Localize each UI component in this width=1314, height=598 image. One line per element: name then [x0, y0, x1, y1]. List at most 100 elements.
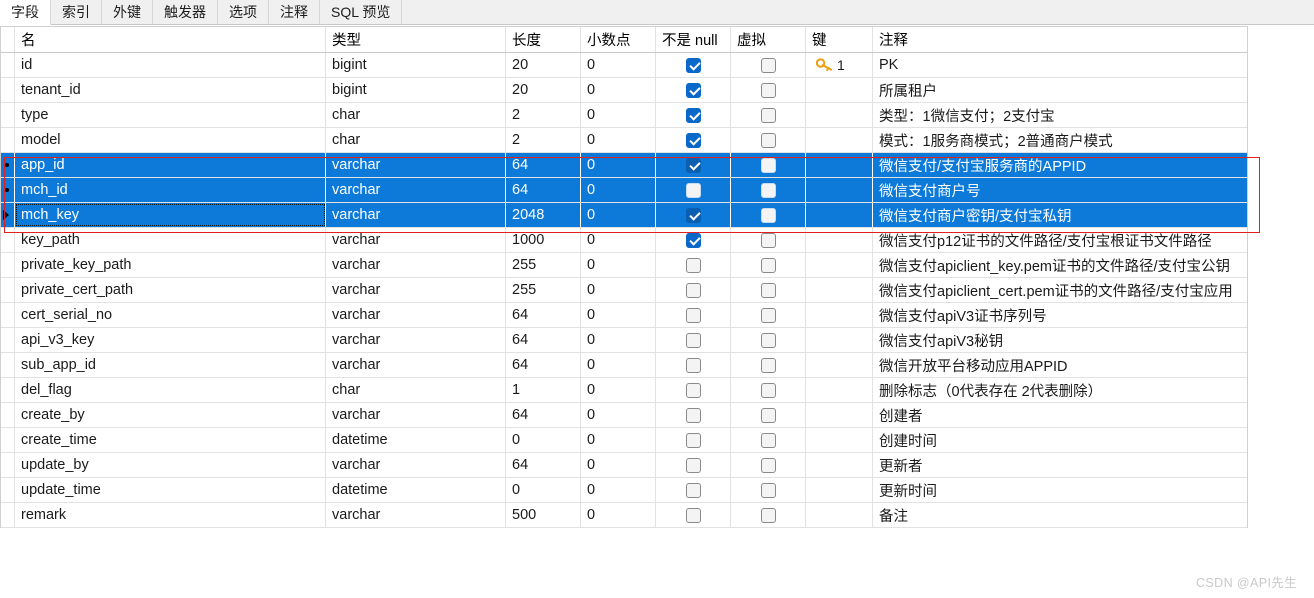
virtual-checkbox[interactable] — [761, 158, 776, 173]
cell-field-type[interactable]: varchar — [326, 278, 506, 302]
cell-field-type[interactable]: varchar — [326, 153, 506, 177]
cell-virtual[interactable] — [731, 103, 806, 127]
not-null-checkbox[interactable] — [686, 208, 701, 223]
not-null-checkbox[interactable] — [686, 58, 701, 73]
cell-key[interactable] — [806, 503, 873, 527]
cell-comment[interactable]: 微信支付/支付宝服务商的APPID — [873, 153, 1247, 177]
cell-field-name[interactable]: del_flag — [15, 378, 326, 402]
cell-virtual[interactable] — [731, 128, 806, 152]
tab-0[interactable]: 字段 — [0, 0, 51, 25]
cell-field-decimals[interactable]: 0 — [581, 278, 656, 302]
cell-field-decimals[interactable]: 0 — [581, 353, 656, 377]
cell-comment[interactable]: 微信支付apiclient_cert.pem证书的文件路径/支付宝应用 — [873, 278, 1247, 302]
cell-virtual[interactable] — [731, 178, 806, 202]
table-row[interactable]: mch_idvarchar640微信支付商户号 — [1, 178, 1247, 203]
cell-field-length[interactable]: 1 — [506, 378, 581, 402]
column-header-type[interactable]: 类型 — [326, 27, 506, 52]
cell-key[interactable] — [806, 378, 873, 402]
cell-key[interactable] — [806, 203, 873, 227]
cell-key[interactable] — [806, 328, 873, 352]
cell-field-type[interactable]: bigint — [326, 78, 506, 102]
cell-virtual[interactable] — [731, 453, 806, 477]
cell-field-decimals[interactable]: 0 — [581, 228, 656, 252]
cell-key[interactable] — [806, 403, 873, 427]
cell-field-length[interactable]: 255 — [506, 253, 581, 277]
cell-comment[interactable]: 微信支付p12证书的文件路径/支付宝根证书文件路径 — [873, 228, 1247, 252]
cell-not-null[interactable] — [656, 428, 731, 452]
cell-field-length[interactable]: 64 — [506, 303, 581, 327]
row-gutter[interactable] — [1, 178, 15, 202]
cell-not-null[interactable] — [656, 453, 731, 477]
cell-field-name[interactable]: key_path — [15, 228, 326, 252]
cell-field-length[interactable]: 0 — [506, 428, 581, 452]
cell-field-name[interactable]: model — [15, 128, 326, 152]
row-gutter[interactable] — [1, 153, 15, 177]
column-header-name[interactable]: 名 — [15, 27, 326, 52]
table-row[interactable]: create_timedatetime00创建时间 — [1, 428, 1247, 453]
tab-2[interactable]: 外键 — [102, 0, 153, 24]
cell-key[interactable] — [806, 278, 873, 302]
cell-key[interactable] — [806, 153, 873, 177]
not-null-checkbox[interactable] — [686, 258, 701, 273]
column-header-virtual[interactable]: 虚拟 — [731, 27, 806, 52]
row-gutter[interactable] — [1, 103, 15, 127]
cell-field-name[interactable]: private_cert_path — [15, 278, 326, 302]
virtual-checkbox[interactable] — [761, 308, 776, 323]
virtual-checkbox[interactable] — [761, 233, 776, 248]
virtual-checkbox[interactable] — [761, 258, 776, 273]
tab-4[interactable]: 选项 — [218, 0, 269, 24]
not-null-checkbox[interactable] — [686, 283, 701, 298]
tab-5[interactable]: 注释 — [269, 0, 320, 24]
cell-virtual[interactable] — [731, 503, 806, 527]
virtual-checkbox[interactable] — [761, 383, 776, 398]
cell-field-type[interactable]: varchar — [326, 253, 506, 277]
not-null-checkbox[interactable] — [686, 408, 701, 423]
row-gutter[interactable] — [1, 378, 15, 402]
cell-field-length[interactable]: 64 — [506, 403, 581, 427]
cell-not-null[interactable] — [656, 203, 731, 227]
not-null-checkbox[interactable] — [686, 383, 701, 398]
cell-field-length[interactable]: 64 — [506, 353, 581, 377]
table-row[interactable]: update_timedatetime00更新时间 — [1, 478, 1247, 503]
cell-comment[interactable]: 所属租户 — [873, 78, 1247, 102]
table-row[interactable]: private_cert_pathvarchar2550微信支付apiclien… — [1, 278, 1247, 303]
cell-field-decimals[interactable]: 0 — [581, 78, 656, 102]
cell-field-length[interactable]: 20 — [506, 53, 581, 77]
not-null-checkbox[interactable] — [686, 433, 701, 448]
cell-comment[interactable]: 模式：1服务商模式；2普通商户模式 — [873, 128, 1247, 152]
cell-comment[interactable]: 创建时间 — [873, 428, 1247, 452]
cell-virtual[interactable] — [731, 278, 806, 302]
cell-field-type[interactable]: char — [326, 128, 506, 152]
cell-field-type[interactable]: char — [326, 378, 506, 402]
cell-field-type[interactable]: varchar — [326, 178, 506, 202]
not-null-checkbox[interactable] — [686, 483, 701, 498]
cell-comment[interactable]: 备注 — [873, 503, 1247, 527]
cell-field-type[interactable]: varchar — [326, 403, 506, 427]
cell-field-type[interactable]: datetime — [326, 478, 506, 502]
cell-key[interactable] — [806, 353, 873, 377]
row-gutter[interactable] — [1, 303, 15, 327]
cell-virtual[interactable] — [731, 78, 806, 102]
cell-field-decimals[interactable]: 0 — [581, 128, 656, 152]
cell-field-type[interactable]: varchar — [326, 303, 506, 327]
cell-virtual[interactable] — [731, 478, 806, 502]
virtual-checkbox[interactable] — [761, 133, 776, 148]
row-gutter[interactable] — [1, 253, 15, 277]
cell-comment[interactable]: 删除标志（0代表存在 2代表删除） — [873, 378, 1247, 402]
table-row[interactable]: private_key_pathvarchar2550微信支付apiclient… — [1, 253, 1247, 278]
cell-field-name[interactable]: tenant_id — [15, 78, 326, 102]
cell-comment[interactable]: 更新者 — [873, 453, 1247, 477]
not-null-checkbox[interactable] — [686, 308, 701, 323]
cell-field-name[interactable]: remark — [15, 503, 326, 527]
cell-key[interactable] — [806, 428, 873, 452]
cell-key[interactable] — [806, 478, 873, 502]
cell-field-name[interactable]: mch_key — [15, 203, 326, 227]
column-header-key[interactable]: 键 — [806, 27, 873, 52]
not-null-checkbox[interactable] — [686, 358, 701, 373]
cell-field-length[interactable]: 2 — [506, 103, 581, 127]
cell-field-name[interactable]: create_by — [15, 403, 326, 427]
tab-1[interactable]: 索引 — [51, 0, 102, 24]
cell-field-type[interactable]: varchar — [326, 503, 506, 527]
table-row[interactable]: del_flagchar10删除标志（0代表存在 2代表删除） — [1, 378, 1247, 403]
cell-not-null[interactable] — [656, 303, 731, 327]
